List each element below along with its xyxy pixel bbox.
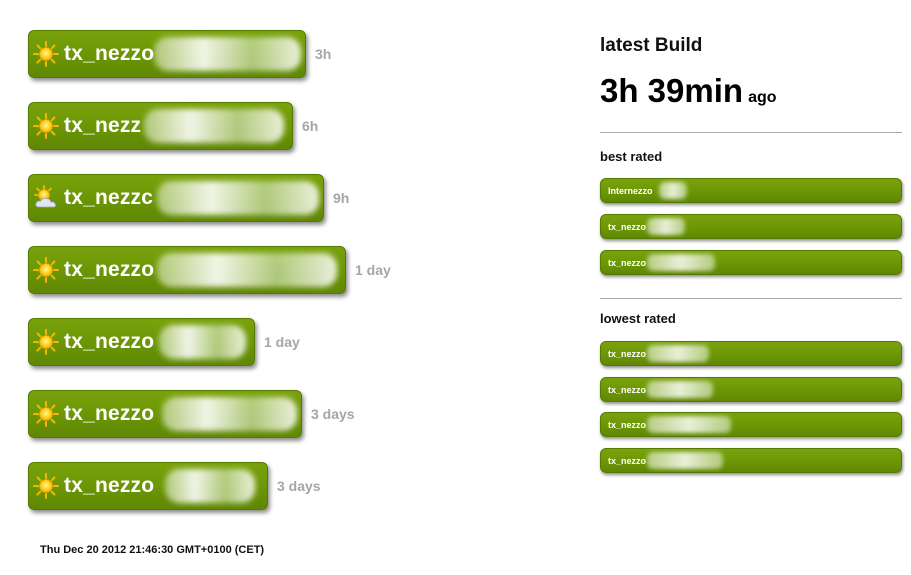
- build-age: 3 days: [311, 406, 355, 422]
- sun-icon: [33, 473, 59, 499]
- build-age: 9h: [333, 190, 350, 206]
- build-name: tx_nezzo: [64, 474, 155, 497]
- build-name: tx_nezzo: [64, 402, 155, 425]
- best-rated-item[interactable]: tx_nezzo: [600, 250, 902, 275]
- build-row[interactable]: tx_nezzo 1 day: [28, 245, 391, 295]
- build-row[interactable]: tx_nezz 6h: [28, 101, 318, 151]
- redacted-blur: [157, 253, 337, 287]
- redacted-blur: [162, 397, 297, 431]
- build-bar[interactable]: tx_nezzc: [28, 174, 324, 222]
- build-name: tx_nezzo: [64, 258, 155, 281]
- build-name: tx_nezzc: [64, 186, 154, 209]
- best-rated-name: Internezzo: [608, 185, 653, 196]
- divider: [600, 298, 902, 299]
- lowest-rated-item[interactable]: tx_nezzo: [600, 377, 902, 402]
- lowest-rated-item[interactable]: tx_nezzo: [600, 412, 902, 437]
- redacted-blur: [659, 182, 687, 199]
- sun-icon: [33, 41, 59, 67]
- redacted-blur: [157, 181, 319, 215]
- build-age: 1 day: [264, 334, 300, 350]
- redacted-blur: [647, 452, 723, 469]
- best-rated-item[interactable]: Internezzo: [600, 178, 902, 203]
- best-rated-label: best rated: [600, 149, 663, 164]
- build-row[interactable]: tx_nezzo 1 day: [28, 317, 300, 367]
- build-bar[interactable]: tx_nezzo: [28, 30, 306, 78]
- redacted-blur: [159, 325, 246, 359]
- redacted-blur: [165, 469, 255, 503]
- build-name: tx_nezzo: [64, 330, 155, 353]
- build-bar[interactable]: tx_nezz: [28, 102, 293, 150]
- sun-icon: [33, 329, 59, 355]
- redacted-blur: [647, 345, 709, 362]
- lowest-rated-item[interactable]: tx_nezzo: [600, 341, 902, 366]
- redacted-blur: [647, 416, 731, 433]
- build-row[interactable]: tx_nezzo 3 days: [28, 461, 321, 511]
- build-age: 3h: [315, 46, 332, 62]
- lowest-rated-name: tx_nezzo: [608, 455, 647, 466]
- build-bar[interactable]: tx_nezzo: [28, 246, 346, 294]
- partly-cloudy-icon: [33, 185, 59, 211]
- latest-build-time: 3h 39min ago: [600, 72, 777, 110]
- build-name: tx_nezz: [64, 114, 142, 137]
- build-row[interactable]: tx_nezzo 3 days: [28, 389, 355, 439]
- build-age: 3 days: [277, 478, 321, 494]
- latest-build-suffix: ago: [748, 89, 777, 106]
- build-name: tx_nezzo: [64, 42, 155, 65]
- redacted-blur: [144, 109, 284, 143]
- divider: [600, 132, 902, 133]
- build-age: 6h: [302, 118, 319, 134]
- footer-timestamp: Thu Dec 20 2012 21:46:30 GMT+0100 (CET): [40, 544, 265, 556]
- lowest-rated-name: tx_nezzo: [608, 419, 647, 430]
- sun-icon: [33, 113, 59, 139]
- latest-build-duration: 3h 39min: [600, 72, 744, 109]
- sun-icon: [33, 401, 59, 427]
- lowest-rated-name: tx_nezzo: [608, 384, 647, 395]
- build-row[interactable]: tx_nezzc 9h: [28, 173, 349, 223]
- build-row[interactable]: tx_nezzo 3h: [28, 29, 331, 79]
- build-bar[interactable]: tx_nezzo: [28, 390, 302, 438]
- build-bar[interactable]: tx_nezzo: [28, 318, 255, 366]
- sun-icon: [33, 257, 59, 283]
- best-rated-item[interactable]: tx_nezzo: [600, 214, 902, 239]
- lowest-rated-label: lowest rated: [600, 311, 676, 326]
- redacted-blur: [647, 218, 685, 235]
- latest-build-title: latest Build: [600, 35, 703, 56]
- best-rated-name: tx_nezzo: [608, 221, 647, 232]
- lowest-rated-name: tx_nezzo: [608, 348, 647, 359]
- redacted-blur: [154, 37, 301, 71]
- redacted-blur: [647, 254, 715, 271]
- build-bar[interactable]: tx_nezzo: [28, 462, 268, 510]
- best-rated-name: tx_nezzo: [608, 257, 647, 268]
- lowest-rated-item[interactable]: tx_nezzo: [600, 448, 902, 473]
- build-age: 1 day: [355, 262, 391, 278]
- redacted-blur: [647, 381, 713, 398]
